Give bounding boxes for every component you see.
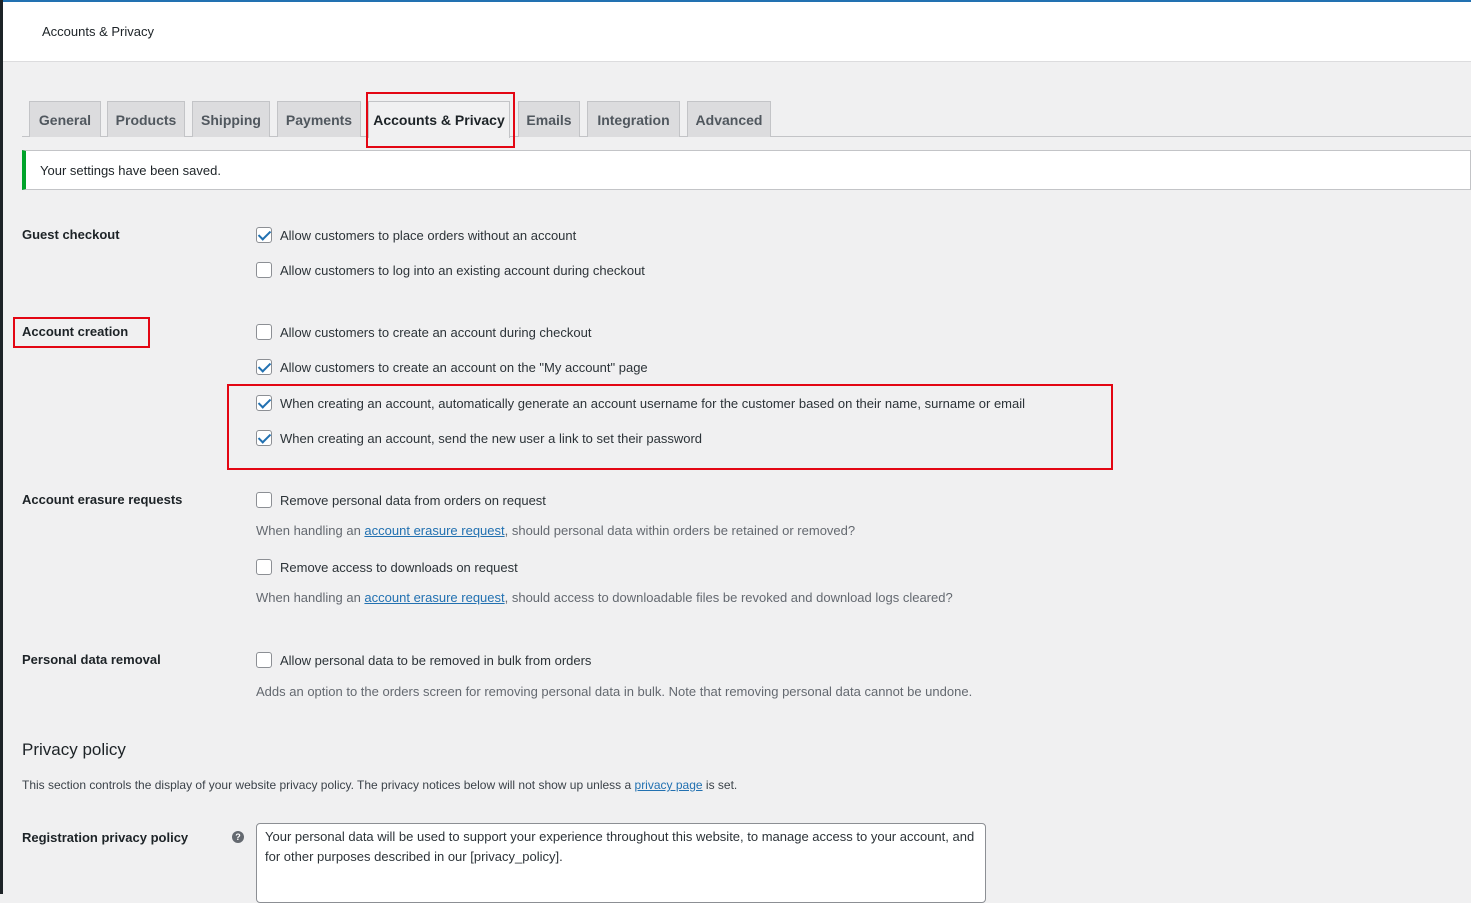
- tab-advanced[interactable]: Advanced: [687, 101, 771, 137]
- bulk-removal-description: Adds an option to the orders screen for …: [256, 684, 973, 699]
- desc-text: When handling an: [256, 590, 365, 605]
- highlight-label-box: [13, 317, 150, 348]
- guest-checkout-label: Guest checkout: [22, 227, 120, 242]
- privacy-policy-heading: Privacy policy: [22, 740, 126, 759]
- option-label: Remove access to downloads on request: [280, 559, 518, 575]
- highlight-options-box: [227, 384, 1113, 470]
- desc-text: , should personal data within orders be …: [504, 523, 856, 538]
- tab-general[interactable]: General: [29, 101, 101, 137]
- erasure-requests-label: Account erasure requests: [22, 492, 183, 507]
- registration-privacy-textarea[interactable]: Your personal data will be used to suppo…: [256, 823, 986, 903]
- tab-payments[interactable]: Payments: [277, 101, 361, 137]
- bulk-removal-option[interactable]: Allow personal data to be removed in bul…: [256, 652, 591, 668]
- erasure-orders-description: When handling an account erasure request…: [256, 523, 855, 538]
- page-title: Accounts & Privacy: [42, 24, 154, 39]
- guest-login-checkbox[interactable]: [256, 262, 272, 278]
- option-label: Allow customers to create an account on …: [280, 359, 648, 375]
- desc-text: , should access to downloadable files be…: [504, 590, 953, 605]
- option-label: Allow personal data to be removed in bul…: [280, 652, 592, 668]
- notice-text: Your settings have been saved.: [40, 162, 221, 178]
- registration-privacy-label: Registration privacy policy: [22, 830, 189, 845]
- page-header: Accounts & Privacy: [3, 2, 1471, 62]
- erasure-orders-checkbox[interactable]: [256, 492, 272, 508]
- option-label: Allow customers to log into an existing …: [280, 262, 645, 278]
- privacy-page-link[interactable]: privacy page: [635, 778, 703, 792]
- create-account-checkout-checkbox[interactable]: [256, 324, 272, 340]
- option-label: Allow customers to place orders without …: [280, 227, 577, 243]
- option-label: Allow customers to create an account dur…: [280, 324, 592, 340]
- erasure-orders-option[interactable]: Remove personal data from orders on requ…: [256, 492, 546, 508]
- erasure-downloads-option[interactable]: Remove access to downloads on request: [256, 559, 518, 575]
- tab-integration[interactable]: Integration: [587, 101, 680, 137]
- guest-order-option[interactable]: Allow customers to place orders without …: [256, 227, 576, 243]
- settings-tabs: General Products Shipping Payments Accou…: [22, 101, 1471, 138]
- tab-products[interactable]: Products: [107, 101, 185, 137]
- erasure-downloads-description: When handling an account erasure request…: [256, 590, 953, 605]
- tab-emails[interactable]: Emails: [518, 101, 580, 137]
- bulk-removal-checkbox[interactable]: [256, 652, 272, 668]
- create-account-checkout-option[interactable]: Allow customers to create an account dur…: [256, 324, 591, 340]
- desc-text: is set.: [702, 778, 738, 792]
- option-label: Remove personal data from orders on requ…: [280, 492, 546, 508]
- account-erasure-request-link[interactable]: account erasure request: [364, 590, 504, 605]
- erasure-downloads-checkbox[interactable]: [256, 559, 272, 575]
- settings-saved-notice: Your settings have been saved.: [22, 150, 1471, 190]
- tab-shipping[interactable]: Shipping: [192, 101, 270, 137]
- guest-order-checkbox[interactable]: [256, 227, 272, 243]
- admin-left-border: [0, 0, 3, 894]
- create-account-myaccount-option[interactable]: Allow customers to create an account on …: [256, 359, 648, 375]
- account-erasure-request-link[interactable]: account erasure request: [364, 523, 504, 538]
- desc-text: When handling an: [256, 523, 365, 538]
- create-account-myaccount-checkbox[interactable]: [256, 359, 272, 375]
- help-tip-icon[interactable]: ?: [232, 831, 244, 843]
- highlight-tab-box: [366, 92, 515, 148]
- desc-text: This section controls the display of you…: [22, 778, 635, 792]
- guest-login-option[interactable]: Allow customers to log into an existing …: [256, 262, 645, 278]
- privacy-policy-description: This section controls the display of you…: [22, 778, 737, 792]
- personal-data-removal-label: Personal data removal: [22, 652, 161, 667]
